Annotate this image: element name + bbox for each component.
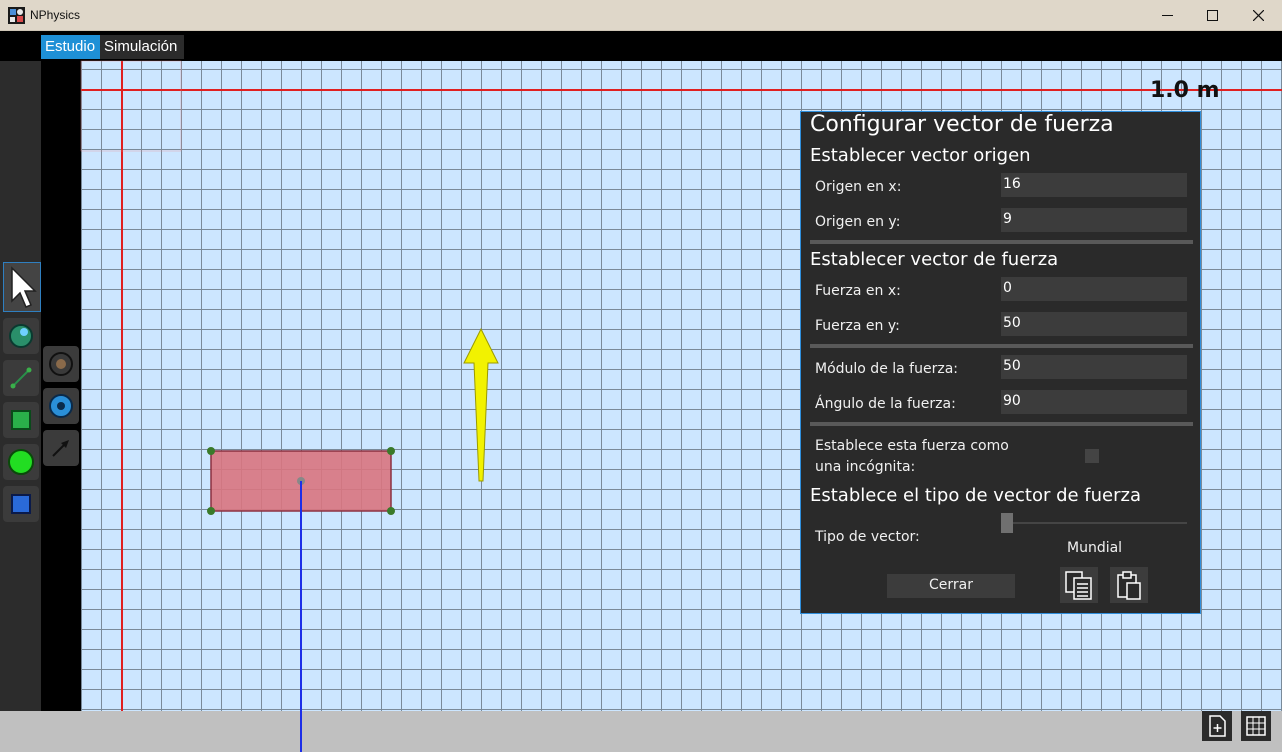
force-x-label: Fuerza en x: bbox=[815, 283, 901, 299]
separator bbox=[810, 344, 1193, 348]
blue-disc-tool-icon bbox=[49, 394, 73, 418]
origin-y-input[interactable]: 9 bbox=[1001, 208, 1187, 232]
unknown-label-line2: una incógnita: bbox=[815, 459, 916, 475]
unknown-checkbox[interactable] bbox=[1085, 449, 1099, 463]
scale-label: 1.0 m bbox=[1150, 78, 1220, 103]
vector-tool[interactable] bbox=[43, 430, 79, 466]
unknown-label-line1: Establece esta fuerza como bbox=[815, 438, 1009, 454]
blue-square-tool[interactable] bbox=[3, 486, 39, 522]
app-icon bbox=[8, 7, 25, 24]
module-label: Módulo de la fuerza: bbox=[815, 361, 958, 377]
type-label: Tipo de vector: bbox=[815, 529, 920, 545]
type-slider-track[interactable] bbox=[1001, 522, 1187, 524]
module-input[interactable]: 50 bbox=[1001, 355, 1187, 379]
menu-bar: Estudio Simulación bbox=[0, 31, 1282, 61]
sphere-tool[interactable] bbox=[43, 346, 79, 382]
origin-y-label: Origen en y: bbox=[815, 214, 901, 230]
window-title: NPhysics bbox=[30, 8, 81, 22]
globe-tool-icon bbox=[9, 324, 33, 348]
title-bar: NPhysics bbox=[0, 0, 1282, 31]
force-y-label: Fuerza en y: bbox=[815, 318, 900, 334]
tool-subpanel bbox=[41, 61, 81, 711]
angle-label: Ángulo de la fuerza: bbox=[815, 396, 956, 412]
force-vector-dialog: Configurar vector de fuerza Establecer v… bbox=[800, 111, 1201, 614]
globe-tool[interactable] bbox=[3, 318, 39, 354]
close-window-button[interactable] bbox=[1235, 0, 1281, 31]
circle-body-tool[interactable] bbox=[3, 444, 39, 480]
line-tool[interactable] bbox=[3, 360, 39, 396]
close-icon bbox=[1252, 10, 1264, 21]
maximize-button[interactable] bbox=[1189, 0, 1235, 31]
tab-simulacion[interactable]: Simulación bbox=[100, 35, 184, 59]
square-body-tool[interactable] bbox=[3, 402, 39, 438]
copy-icon bbox=[1065, 571, 1092, 600]
line-tool-icon bbox=[10, 367, 32, 389]
grid-toggle-button[interactable] bbox=[1241, 711, 1271, 741]
section-force-heading: Establecer vector de fuerza bbox=[810, 249, 1059, 270]
type-slider-thumb[interactable] bbox=[1001, 513, 1013, 533]
arrow-tool-icon bbox=[52, 440, 69, 457]
force-x-input[interactable]: 0 bbox=[1001, 277, 1187, 301]
force-y-input[interactable]: 50 bbox=[1001, 312, 1187, 336]
grid-icon bbox=[1246, 716, 1266, 736]
cursor-arrow-icon bbox=[11, 266, 37, 308]
separator bbox=[810, 422, 1193, 426]
close-button[interactable]: Cerrar bbox=[887, 574, 1015, 598]
select-tool[interactable] bbox=[3, 262, 41, 312]
paste-button[interactable] bbox=[1110, 567, 1148, 603]
dark-sphere-tool-icon bbox=[49, 352, 73, 376]
new-file-button[interactable] bbox=[1202, 711, 1232, 741]
new-file-icon bbox=[1209, 715, 1226, 737]
section-origin-heading: Establecer vector origen bbox=[810, 145, 1031, 166]
disc-tool[interactable] bbox=[43, 388, 79, 424]
blue-square-tool-icon bbox=[11, 494, 31, 514]
section-type-heading: Establece el tipo de vector de fuerza bbox=[810, 485, 1142, 506]
green-circle-tool-icon bbox=[8, 449, 34, 475]
minimize-icon bbox=[1161, 15, 1173, 16]
maximize-icon bbox=[1206, 10, 1218, 21]
dialog-title: Configurar vector de fuerza bbox=[810, 112, 1114, 137]
clipboard-icon bbox=[1117, 571, 1141, 600]
green-square-tool-icon bbox=[11, 410, 31, 430]
minimize-button[interactable] bbox=[1144, 0, 1190, 31]
tab-estudio[interactable]: Estudio bbox=[41, 35, 100, 59]
type-value: Mundial bbox=[1067, 540, 1123, 556]
origin-x-input[interactable]: 16 bbox=[1001, 173, 1187, 197]
origin-x-label: Origen en x: bbox=[815, 179, 902, 195]
angle-input[interactable]: 90 bbox=[1001, 390, 1187, 414]
bottom-bar bbox=[0, 711, 1282, 752]
copy-button[interactable] bbox=[1060, 567, 1098, 603]
separator bbox=[810, 240, 1193, 244]
